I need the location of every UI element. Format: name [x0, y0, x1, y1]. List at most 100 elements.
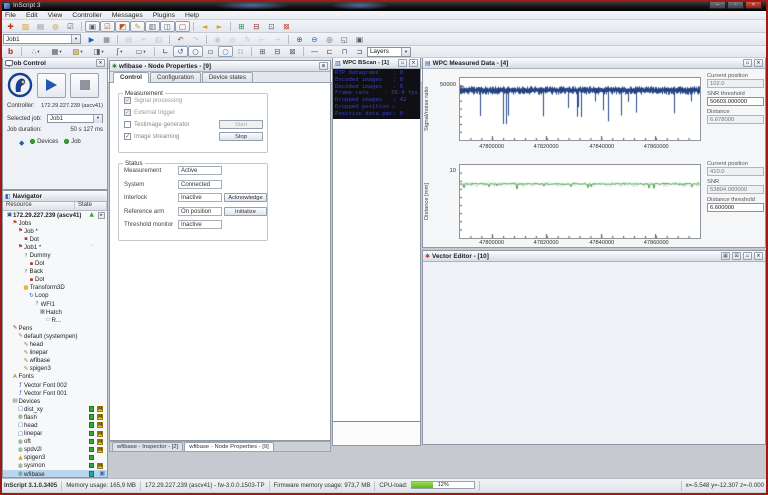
- menu-view[interactable]: View: [43, 12, 68, 19]
- new-job-button[interactable]: ✚: [3, 21, 18, 32]
- stop-button[interactable]: Stop: [219, 131, 263, 141]
- tree-item-172-29-227-239-ascv41[interactable]: ▣ 172.29.227.239 (ascv41): [3, 211, 107, 219]
- float-panel-icon[interactable]: ▫: [743, 252, 752, 260]
- close-button[interactable]: [745, 1, 762, 9]
- menu-edit[interactable]: Edit: [21, 12, 43, 19]
- close-panel-icon[interactable]: ×: [409, 59, 418, 67]
- curve-tool-button[interactable]: ↺: [173, 46, 188, 57]
- selected-job-dropdown[interactable]: Job1: [47, 114, 103, 123]
- zoom-out-button[interactable]: ⊖: [307, 34, 322, 45]
- tree-item-loop[interactable]: ↻ Loop: [3, 292, 107, 300]
- monitor-close-button[interactable]: ⊠: [279, 21, 294, 32]
- tree-item-spigen3[interactable]: ▲ spigen3: [3, 454, 107, 462]
- tree-item-pens[interactable]: ✎ Pens: [3, 324, 107, 332]
- menu-file[interactable]: File: [0, 12, 21, 19]
- bscan-header[interactable]: WPC BScan - [1] ▫ ×: [333, 58, 420, 69]
- checkbox-external-trigger[interactable]: [124, 108, 131, 116]
- tree-item-head[interactable]: ▢ head M: [3, 421, 107, 429]
- checkbox-signal-processing[interactable]: [124, 96, 131, 104]
- align-line-button[interactable]: —: [307, 46, 322, 57]
- acknowledge-button[interactable]: Acknowledge: [224, 193, 267, 203]
- tree-item-back[interactable]: ? Back: [3, 268, 107, 276]
- expand-button[interactable]: [98, 211, 105, 219]
- tree-item-dist-xy[interactable]: ▢ dist_xy M: [3, 405, 107, 413]
- field-snr-threshold[interactable]: 50603.000000: [707, 97, 764, 106]
- tree-item-default-systempen[interactable]: ✎ default (systempen): [3, 332, 107, 340]
- checkbox-image-streaming[interactable]: [124, 132, 131, 140]
- view-close-toggle[interactable]: ▢: [175, 20, 190, 32]
- zoom-100-button[interactable]: ▣: [352, 34, 367, 45]
- tree-item-linepar[interactable]: ▢ linepar M: [3, 430, 107, 438]
- ellipse-tool-button[interactable]: ○: [218, 46, 233, 57]
- menu-help[interactable]: Help: [180, 12, 204, 19]
- tree-item-wfibase[interactable]: ◍ wfibase: [3, 470, 107, 477]
- close-panel-icon[interactable]: ×: [754, 59, 763, 67]
- tab-control[interactable]: Control: [113, 72, 149, 83]
- checkbox-testimage-generator[interactable]: [124, 120, 131, 128]
- points-tool-button[interactable]: ∷: [233, 46, 248, 57]
- menu-controller[interactable]: Controller: [67, 12, 106, 19]
- find-job-button[interactable]: ◎: [48, 21, 63, 32]
- tree-item-dot[interactable]: ▪ Dot: [3, 276, 107, 284]
- menu-plugins[interactable]: Plugins: [148, 12, 180, 19]
- tree-item-dot[interactable]: ▪ Dot: [3, 235, 107, 243]
- tree-item-wfibase[interactable]: ✎ wfibase: [3, 357, 107, 365]
- stop-job-button[interactable]: ■: [99, 34, 114, 45]
- tab-configuration[interactable]: Configuration: [150, 72, 201, 82]
- float-panel-icon[interactable]: ▫: [743, 59, 752, 67]
- close-panel-icon[interactable]: ×: [96, 59, 105, 67]
- stop-job-button[interactable]: [70, 72, 99, 98]
- tree-item-hatch[interactable]: ▦ Hatch: [3, 308, 107, 316]
- point-style-dropdown[interactable]: ∴: [25, 46, 46, 57]
- pin-icon[interactable]: ⊙: [319, 62, 328, 70]
- view-inspector-toggle[interactable]: ◩: [115, 20, 130, 32]
- save-button[interactable]: ▤: [33, 21, 48, 32]
- tree-item-spigen3[interactable]: ✎ spigen3: [3, 365, 107, 373]
- job-control-header[interactable]: Job Control ×: [3, 58, 107, 69]
- zoom-in-button[interactable]: ⊕: [292, 34, 307, 45]
- run-job-button[interactable]: ▶: [84, 34, 99, 45]
- undo-button[interactable]: ↶: [173, 34, 188, 45]
- layers-selector[interactable]: Layers: [367, 46, 411, 57]
- minimize-button[interactable]: [709, 1, 726, 9]
- menu-messages[interactable]: Messages: [107, 12, 148, 19]
- tree-item-fonts[interactable]: A Fonts: [3, 373, 107, 381]
- field-distance-threshold[interactable]: 6.600000: [707, 203, 764, 212]
- tree-item-linepar[interactable]: ✎ linepar: [3, 349, 107, 357]
- document-tab[interactable]: wfibase - Inspector - [2]: [112, 442, 184, 451]
- document-tab[interactable]: wfibase - Node Properties - [9]: [184, 442, 274, 451]
- view-split-toggle[interactable]: ◫: [160, 20, 175, 32]
- gradient-style-dropdown[interactable]: ◨: [88, 46, 109, 57]
- column-state[interactable]: State: [75, 202, 107, 210]
- view-navigator-toggle[interactable]: ▣: [85, 20, 100, 32]
- view-messages-toggle[interactable]: ▥: [145, 20, 160, 32]
- monitor-view-button[interactable]: ⊡: [264, 21, 279, 32]
- import-job-button[interactable]: ◄: [197, 21, 212, 32]
- monitor-remove-button[interactable]: ⊟: [249, 21, 264, 32]
- node-style-dropdown[interactable]: ▭: [130, 46, 151, 57]
- node-properties-header[interactable]: wfibase - Node Properties - [9] ⊙: [110, 61, 330, 72]
- fill-style-dropdown[interactable]: ▦: [46, 46, 67, 57]
- align-right-button[interactable]: ⊐: [352, 46, 367, 57]
- zoom-fit-button[interactable]: ◎: [322, 34, 337, 45]
- zoom-selection-button[interactable]: ◱: [337, 34, 352, 45]
- tree-item-wfi1[interactable]: ? WFI1: [3, 300, 107, 308]
- view-properties-toggle[interactable]: ☑: [100, 20, 115, 32]
- tree-item-vector-font-001[interactable]: ƒ Vector Font 001: [3, 389, 107, 397]
- tree-item-job[interactable]: ⚑ Job *: [3, 227, 107, 235]
- tab-device-states[interactable]: Device states: [201, 72, 253, 82]
- export-job-button[interactable]: ►: [212, 21, 227, 32]
- tree-item-jobs[interactable]: ⚑ Jobs: [3, 219, 107, 227]
- layers-panel-icon[interactable]: ▦: [721, 252, 730, 260]
- open-job-button[interactable]: ▨: [18, 21, 33, 32]
- tree-item-devices[interactable]: ▤ Devices: [3, 397, 107, 405]
- tree-item-dummy[interactable]: ? Dummy: [3, 251, 107, 259]
- title-bar[interactable]: InScript 3: [0, 0, 768, 11]
- close-panel-icon[interactable]: ×: [754, 252, 763, 260]
- tree-item-transform3d[interactable]: ■ Transform3D: [3, 284, 107, 292]
- tree-item-vector-font-002[interactable]: ƒ Vector Font 002: [3, 381, 107, 389]
- layer-style-dropdown[interactable]: ▧: [67, 46, 88, 57]
- measured-data-header[interactable]: WPC Measured Data - [4] ▫ ×: [423, 58, 765, 69]
- monitor-add-button[interactable]: ⊞: [234, 21, 249, 32]
- pin-panel-icon[interactable]: ⊡: [732, 252, 741, 260]
